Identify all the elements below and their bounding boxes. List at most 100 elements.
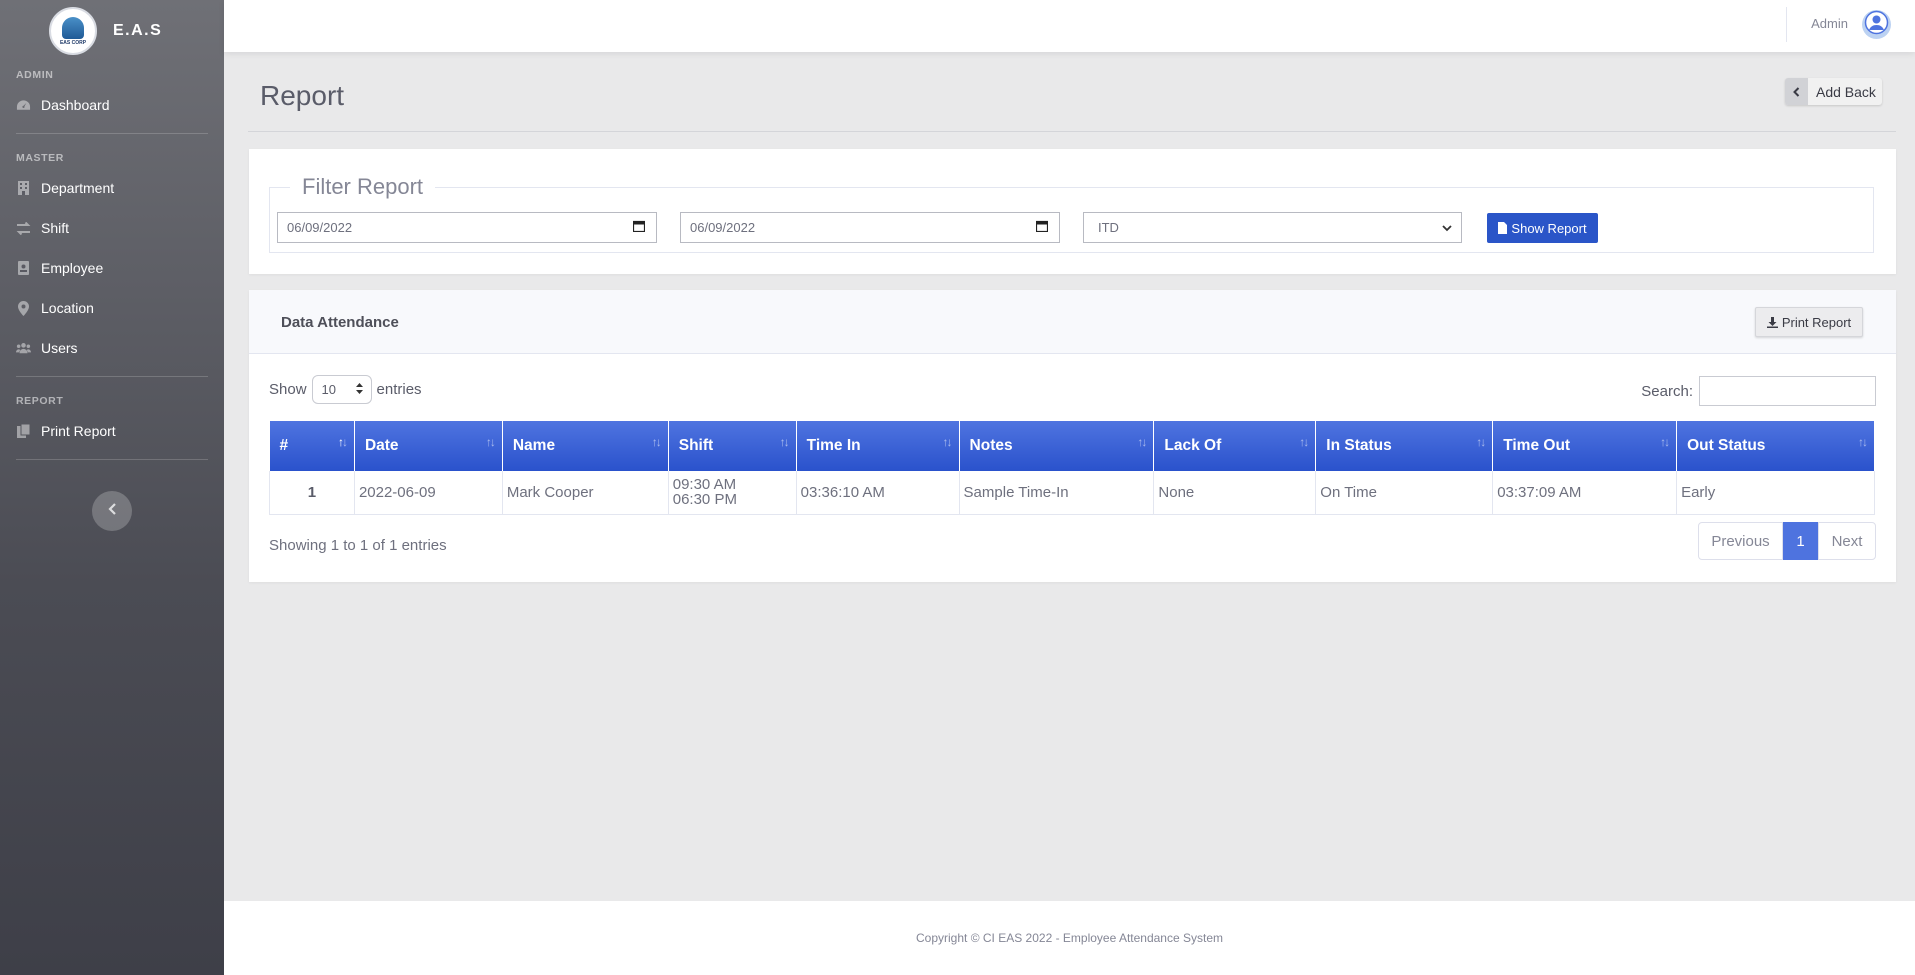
cell-time-out: 03:37:09 AM [1492,471,1678,515]
column-header-number[interactable]: # ↑↓ [269,421,355,471]
add-back-button[interactable]: Add Back [1785,78,1882,105]
column-header-name[interactable]: Name ↑↓ [502,421,669,471]
sidebar-item-label: Employee [41,260,104,276]
sidebar-item-dashboard[interactable]: Dashboard [0,85,224,125]
cell-date: 2022-06-09 [353,471,503,515]
entries-length-value: 10 [321,382,336,397]
cell-number: 1 [269,471,355,515]
chevron-left-icon [1785,78,1808,105]
sidebar-item-label: Department [41,180,115,196]
print-report-button[interactable]: Print Report [1755,307,1863,337]
entries-label: entries [376,381,422,398]
column-header-lack-of[interactable]: Lack Of ↑↓ [1153,421,1317,471]
column-header-time-out[interactable]: Time Out ↑↓ [1492,421,1678,471]
sort-icon: ↑↓ [1299,435,1309,449]
sidebar-divider [16,133,208,134]
stepper-arrows-icon [355,382,363,397]
sort-icon: ↑↓ [651,435,662,449]
sidebar-item-shift[interactable]: Shift [0,208,224,248]
brand-logo: EAS CORP [49,7,97,55]
date-to-input[interactable]: 06/09/2022 [680,212,1060,243]
attendance-table: # ↑↓ Date ↑↓ Name ↑↓ Shift ↑↓ Time In ↑↓ Note… [269,421,1875,515]
sidebar-item-print-report[interactable]: Print Report [0,411,224,451]
column-header-time-in[interactable]: Time In ↑↓ [796,421,960,471]
date-from-value: 06/09/2022 [287,220,353,235]
cell-in-status: On Time [1315,471,1494,515]
cell-name: Mark Cooper [501,471,669,515]
print-report-label: Print Report [1781,314,1852,330]
page-title: Report [260,80,345,111]
department-select[interactable]: ITD [1083,212,1462,243]
building-icon [16,181,31,196]
show-report-button[interactable]: Show Report [1487,213,1598,243]
exchange-icon [16,221,31,236]
topbar-divider [1786,7,1787,42]
attendance-card: Data Attendance Print Report Show 10 ent… [249,290,1896,582]
sidebar-item-label: Users [41,340,78,356]
sidebar-item-label: Location [41,300,94,316]
sort-icon: ↑↓ [779,435,790,449]
show-report-label: Show Report [1511,220,1587,236]
logo-caption: EAS CORP [59,39,87,46]
sort-icon: ↑↓ [942,435,953,449]
column-header-date[interactable]: Date ↑↓ [354,421,503,471]
shift-start: 09:30 AM [672,476,737,494]
user-circle-icon [1864,10,1889,40]
table-info: Showing 1 to 1 of 1 entries [269,537,447,554]
copyright-text: Copyright © CI EAS 2022 - Employee Atten… [916,931,1223,945]
entries-length-select[interactable]: 10 [311,375,372,404]
column-header-in-status[interactable]: In Status ↑↓ [1315,421,1494,471]
cell-out-status: Early [1676,471,1875,515]
sidebar-item-label: Shift [41,220,70,236]
pagination-next[interactable]: Next [1818,522,1876,560]
sort-icon: ↑↓ [1858,435,1868,449]
attendance-title: Data Attendance [281,314,399,331]
sort-icon: ↑↓ [337,435,348,449]
add-back-label: Add Back [1816,83,1876,100]
filter-legend: Filter Report [290,174,436,200]
sort-icon: ↑↓ [1476,435,1486,449]
avatar[interactable] [1862,10,1891,39]
topbar: Admin [224,0,1915,52]
column-header-notes[interactable]: Notes ↑↓ [959,421,1155,471]
sort-icon: ↑↓ [1660,435,1670,449]
pagination: Previous 1 Next [1698,522,1876,560]
map-marker-icon [16,300,31,316]
users-icon [16,341,31,356]
sidebar-divider [16,459,208,460]
date-to-value: 06/09/2022 [690,220,756,235]
table-search: Search: [1641,376,1876,406]
title-divider [248,131,1896,132]
user-name[interactable]: Admin [1811,16,1848,31]
column-header-out-status[interactable]: Out Status ↑↓ [1676,421,1875,471]
pagination-page-1[interactable]: 1 [1783,522,1818,560]
brand[interactable]: EAS CORP E.A.S [0,0,224,62]
filter-card: Filter Report 06/09/2022 06/09/2022 ITD … [249,149,1896,274]
cell-time-in: 03:36:10 AM [795,471,960,515]
brand-name: E.A.S [113,22,163,39]
column-header-shift[interactable]: Shift ↑↓ [668,421,797,471]
sidebar-heading-admin: ADMIN [16,69,54,81]
tachometer-icon [16,98,31,113]
cell-notes: Sample Time-In [958,471,1155,515]
sidebar-item-department[interactable]: Department [0,168,224,208]
chevron-down-icon [1442,220,1452,235]
calendar-icon[interactable] [1035,220,1049,235]
date-from-input[interactable]: 06/09/2022 [277,212,657,243]
sidebar-item-employee[interactable]: Employee [0,248,224,288]
download-icon [1766,316,1778,328]
cell-shift: 09:30 AM 06:30 PM [667,471,797,515]
calendar-icon[interactable] [632,220,646,235]
sort-icon: ↑↓ [1137,435,1147,449]
search-input[interactable] [1699,376,1876,406]
sidebar-toggle-button[interactable] [92,491,132,531]
pagination-previous[interactable]: Previous [1698,522,1783,560]
chevron-left-icon [107,502,117,520]
shift-end: 06:30 PM [672,491,737,509]
building-logo-icon [62,16,84,39]
entries-length-control: Show 10 entries [269,375,422,404]
sidebar-item-users[interactable]: Users [0,328,224,368]
sidebar-item-label: Dashboard [41,97,110,113]
table-row: 1 2022-06-09 Mark Cooper 09:30 AM 06:30 … [269,471,1875,515]
sidebar-item-location[interactable]: Location [0,288,224,328]
